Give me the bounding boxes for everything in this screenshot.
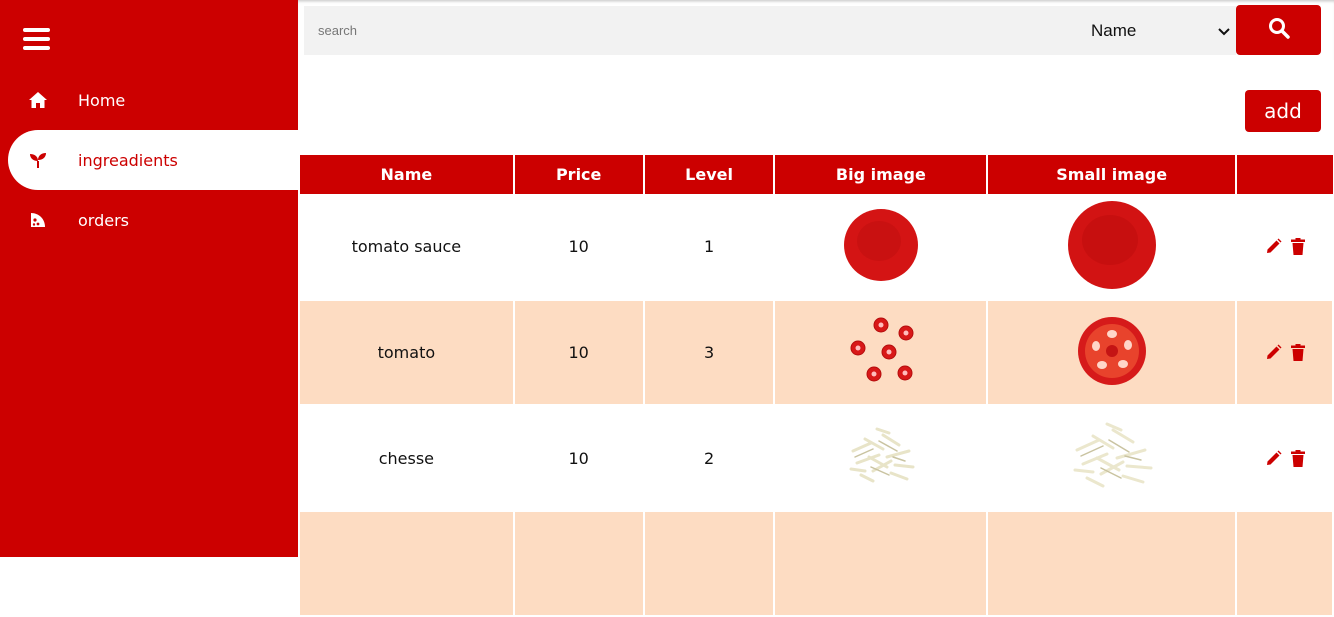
cell-price: 10 [513,194,645,300]
table-row: chesse 10 2 [300,405,1334,511]
cell-level [643,511,776,616]
trash-icon[interactable] [1290,238,1305,255]
cell-big-image [774,511,989,616]
menu-icon[interactable] [23,28,50,51]
sprout-icon [8,151,68,169]
edit-icon[interactable] [1265,238,1282,255]
tomato-sauce-big-image [843,208,918,281]
cheese-small-image [1073,422,1153,488]
table-row: tomato sauce 10 1 [300,194,1334,300]
table-row: tomato 10 3 [300,300,1334,405]
cell-small-image [987,405,1238,511]
cell-actions [1236,194,1334,300]
cell-name: tomato [300,300,515,405]
cell-name: tomato sauce [300,194,515,300]
add-button[interactable]: add [1245,90,1321,132]
ingredients-table: Name Price Level Big image Small image t… [300,155,1334,617]
tomato-big-image [850,317,914,381]
column-header-actions [1236,155,1333,194]
sidebar-item-orders[interactable]: orders [8,190,298,250]
select-value: Name [1091,20,1137,40]
trash-icon[interactable] [1290,344,1305,361]
table-header-row: Name Price Level Big image Small image [300,155,1333,194]
column-header-small-image[interactable]: Small image [987,155,1238,194]
search-field-select[interactable]: Name [1084,6,1236,55]
search-icon [1268,17,1290,43]
tomato-small-image [1077,316,1146,385]
pizza-icon [8,211,68,229]
cell-big-image [774,194,989,300]
cell-big-image [774,300,989,405]
edit-icon[interactable] [1265,450,1282,467]
cell-level: 3 [643,300,776,405]
search-button[interactable] [1236,5,1321,55]
cell-price: 10 [513,300,645,405]
cell-price: 10 [513,405,645,511]
cell-name: chesse [300,405,515,511]
table-row [300,511,1334,616]
search-input[interactable] [304,6,1084,55]
sidebar-item-label: Home [78,90,126,110]
cell-small-image [987,511,1238,616]
chevron-down-icon [1218,21,1230,41]
cell-level: 1 [643,194,776,300]
edit-icon[interactable] [1265,344,1282,361]
cell-actions [1236,511,1334,616]
search-bar: Name [298,0,1334,60]
cheese-big-image [849,427,915,483]
column-header-name[interactable]: Name [300,155,515,194]
column-header-price[interactable]: Price [513,155,645,194]
cell-actions [1236,405,1334,511]
cell-big-image [774,405,989,511]
column-header-big-image[interactable]: Big image [774,155,989,194]
cell-small-image [987,300,1238,405]
cell-name [300,511,515,616]
trash-icon[interactable] [1290,449,1305,467]
sidebar-item-home[interactable]: Home [8,70,298,130]
cell-price [513,511,645,616]
sidebar-item-label: ingreadients [78,150,178,170]
tomato-sauce-small-image [1067,200,1156,289]
cell-small-image [987,194,1238,300]
sidebar-item-label: orders [78,210,129,230]
column-header-level[interactable]: Level [643,155,776,194]
sidebar: Home ingreadients orders [0,0,298,557]
cell-level: 2 [643,405,776,511]
cell-actions [1236,300,1334,405]
home-icon [8,91,68,109]
sidebar-item-ingredients[interactable]: ingreadients [8,130,298,190]
